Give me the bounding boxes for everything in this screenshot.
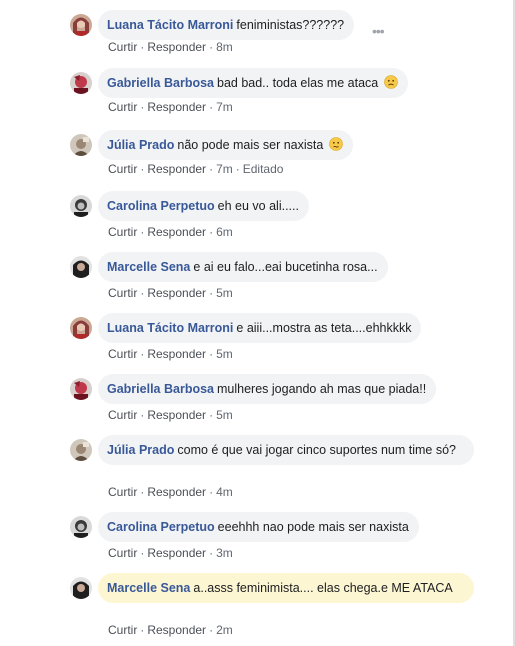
comment-bubble: Carolina Perpetuo eh eu vo ali..... [98,191,309,221]
comment: Carolina Perpetuo eh eu vo ali..... Curti… [70,191,492,241]
avatar[interactable] [70,256,92,278]
comment: Marcelle Sena e ai eu falo...eai bucetinh… [70,252,492,302]
comment-text: mulheres jogando ah mas que piada!! [217,382,427,396]
comment-bubble: Gabriella Barbosa bad bad.. toda elas me … [98,68,408,98]
avatar[interactable] [70,72,92,94]
comment-author[interactable]: Luana Tácito Marroni [107,321,233,335]
comment: Marcelle Sena a..asss feminimista.... ela… [70,573,492,639]
comment-author[interactable]: Carolina Perpetuo [107,520,215,534]
comment-time[interactable]: 2m [216,623,233,637]
avatar[interactable] [70,378,92,400]
comment-time[interactable]: 7m [216,162,233,176]
like-link[interactable]: Curtir [108,162,137,176]
comment-time[interactable]: 6m [216,225,233,239]
like-link[interactable]: Curtir [108,225,137,239]
comment-time[interactable]: 5m [216,286,233,300]
comment-actions: Curtir · Responder · 5m [108,347,233,361]
comment-text: eeehhh nao pode mais ser naxista [217,520,409,534]
comment-author[interactable]: Gabriella Barbosa [107,76,214,90]
comment-text: feniministas?????? [236,18,345,32]
like-link[interactable]: Curtir [108,40,137,54]
reply-link[interactable]: Responder [147,40,206,54]
more-dots-icon[interactable]: ••• [372,23,385,39]
comment-author[interactable]: Marcelle Sena [107,581,190,595]
avatar[interactable] [70,439,92,461]
reply-link[interactable]: Responder [147,225,206,239]
comment-author[interactable]: Luana Tácito Marroni [107,18,233,32]
comment: Carolina Perpetuo eeehhh nao pode mais se… [70,512,492,562]
comment-actions: Curtir · Responder · 2m [108,623,233,637]
comment-text: e aiii...mostra as teta....ehhkkkk [236,321,412,335]
like-link[interactable]: Curtir [108,408,137,422]
comment-actions: Curtir · Responder · 7m [108,100,233,114]
comment-text: não pode mais ser naxista [177,138,324,152]
comment-bubble: Júlia Prado não pode mais ser naxista [98,130,353,160]
comment-actions: Curtir · Responder · 6m [108,225,233,239]
comment-bubble: Luana Tácito Marroni feniministas?????? [98,10,355,40]
reply-link[interactable]: Responder [147,485,206,499]
like-link[interactable]: Curtir [108,485,137,499]
comment: Luana Tácito Marroni feniministas?????? •… [70,10,492,60]
comment-bubble: Marcelle Sena a..asss feminimista.... ela… [98,573,474,603]
avatar[interactable] [70,195,92,217]
comment-time[interactable]: 5m [216,347,233,361]
comment-actions: Curtir · Responder · 4m [108,485,233,499]
sad-face-icon [383,75,398,89]
comment-actions: Curtir · Responder · 3m [108,546,233,560]
like-link[interactable]: Curtir [108,347,137,361]
reply-link[interactable]: Responder [147,546,206,560]
reply-link[interactable]: Responder [147,623,206,637]
comment-text: bad bad.. toda elas me ataca [217,76,379,90]
comment-actions: Curtir · Responder · 7m · Editado [108,162,284,176]
comment-bubble: Júlia Prado como é que vai jogar cinco su… [98,435,474,465]
comment-bubble: Luana Tácito Marroni e aiii...mostra as t… [98,313,422,343]
comment-author[interactable]: Júlia Prado [107,443,174,457]
avatar[interactable] [70,317,92,339]
comment-author[interactable]: Júlia Prado [107,138,174,152]
like-link[interactable]: Curtir [108,100,137,114]
comment-bubble: Gabriella Barbosa mulheres jogando ah mas… [98,374,437,404]
comment-text: eh eu vo ali..... [217,199,299,213]
comment-time[interactable]: 4m [216,485,233,499]
reply-link[interactable]: Responder [147,347,206,361]
like-link[interactable]: Curtir [108,623,137,637]
comment-time[interactable]: 5m [216,408,233,422]
edited-label[interactable]: Editado [243,162,284,176]
reply-link[interactable]: Responder [147,286,206,300]
comment-author[interactable]: Gabriella Barbosa [107,382,214,396]
like-link[interactable]: Curtir [108,546,137,560]
avatar[interactable] [70,516,92,538]
comment-actions: Curtir · Responder · 8m [108,40,233,54]
like-link[interactable]: Curtir [108,286,137,300]
reply-link[interactable]: Responder [147,100,206,114]
comment-actions: Curtir · Responder · 5m [108,408,233,422]
avatar[interactable] [70,577,92,599]
comment-author[interactable]: Marcelle Sena [107,260,190,274]
comment: Júlia Prado como é que vai jogar cinco su… [70,435,492,501]
comment: Júlia Prado não pode mais ser naxista Cur… [70,130,492,180]
comment-time[interactable]: 3m [216,546,233,560]
confused-face-icon [328,137,343,151]
comment-bubble: Marcelle Sena e ai eu falo...eai bucetinh… [98,252,388,282]
comment: Luana Tácito Marroni e aiii...mostra as t… [70,313,492,363]
reply-link[interactable]: Responder [147,408,206,422]
comment: Gabriella Barbosa mulheres jogando ah mas… [70,374,492,424]
comment-time[interactable]: 8m [216,40,233,54]
avatar[interactable] [70,134,92,156]
comment-author[interactable]: Carolina Perpetuo [107,199,215,213]
comment-text: como é que vai jogar cinco suportes num … [177,443,457,457]
reply-link[interactable]: Responder [147,162,206,176]
comment-bubble: Carolina Perpetuo eeehhh nao pode mais se… [98,512,419,542]
comment-time[interactable]: 7m [216,100,233,114]
comment-actions: Curtir · Responder · 5m [108,286,233,300]
comment-text: a..asss feminimista.... elas chega.e ME … [193,581,453,595]
avatar[interactable] [70,14,92,36]
comment-text: e ai eu falo...eai bucetinha rosa... [193,260,378,274]
comment: Gabriella Barbosa bad bad.. toda elas me … [70,68,492,118]
